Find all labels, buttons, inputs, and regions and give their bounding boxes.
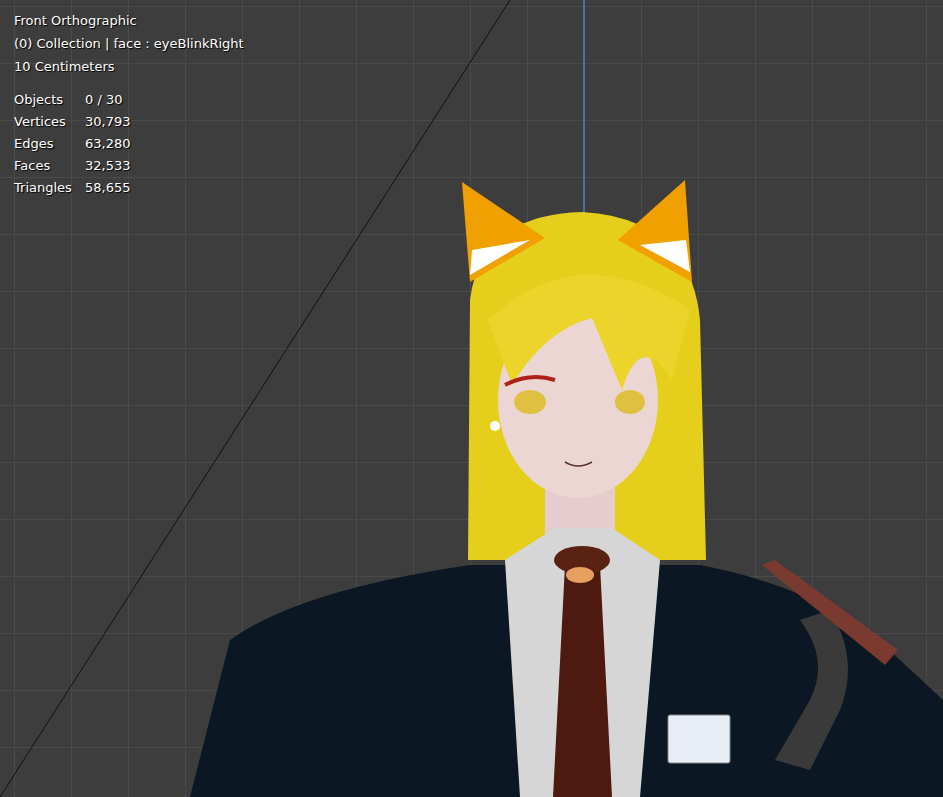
stat-value: 63,280 (85, 135, 244, 153)
weapon-handle (775, 610, 848, 770)
z-axis-line (583, 0, 585, 215)
tie-pin (566, 567, 594, 583)
stats-table: Objects0 / 30Vertices30,793Edges63,280Fa… (14, 91, 244, 197)
stat-label: Triangles (14, 179, 85, 197)
mouth (565, 462, 592, 466)
eyeliner (505, 377, 555, 385)
stat-label: Edges (14, 135, 85, 153)
right-eye (615, 390, 645, 414)
active-context: (0) Collection | face : eyeBlinkRight (14, 32, 244, 55)
tie (553, 565, 612, 797)
right-ear-inner (640, 240, 690, 272)
shirt (505, 528, 660, 797)
left-ear (462, 182, 545, 282)
weapon-head (762, 560, 898, 665)
right-ear (618, 180, 692, 282)
stat-value: 58,655 (85, 179, 244, 197)
stat-value: 30,793 (85, 113, 244, 131)
stat-value: 0 / 30 (85, 91, 244, 109)
stat-label: Faces (14, 157, 85, 175)
stat-label: Objects (14, 91, 85, 109)
scene-render[interactable] (0, 0, 943, 797)
left-eye (514, 390, 546, 414)
character-model[interactable] (190, 180, 943, 797)
3d-viewport[interactable]: Front Orthographic(0) Collection | face … (0, 0, 943, 797)
stat-label: Vertices (14, 113, 85, 131)
left-ear-inner (470, 240, 530, 275)
bangs (488, 275, 690, 390)
viewport-info: Front Orthographic(0) Collection | face … (14, 9, 244, 197)
jacket (190, 565, 943, 797)
stat-value: 32,533 (85, 157, 244, 175)
grid-scale: 10 Centimeters (14, 55, 244, 78)
earring (490, 421, 500, 431)
id-badge (668, 715, 730, 763)
view-name: Front Orthographic (14, 9, 244, 32)
